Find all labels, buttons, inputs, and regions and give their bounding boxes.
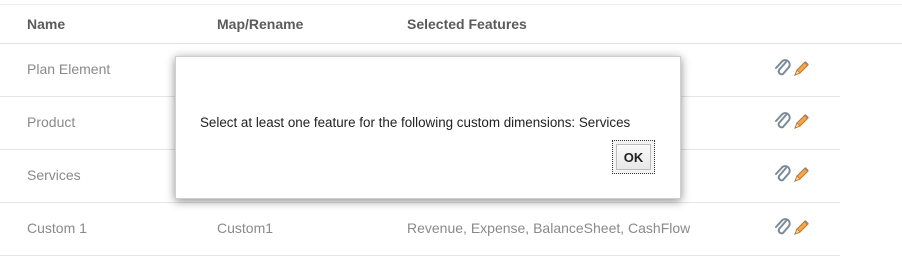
ok-button-label: OK xyxy=(616,144,651,170)
row-name: Services xyxy=(27,167,81,183)
row-actions xyxy=(773,217,813,239)
ok-button[interactable]: OK xyxy=(612,140,655,174)
page: Name Map/Rename Selected Features Plan E… xyxy=(0,0,902,260)
pencil-icon[interactable] xyxy=(791,58,811,80)
row-actions xyxy=(773,164,813,186)
row-features: Revenue, Expense, BalanceSheet, CashFlow xyxy=(407,220,691,236)
pencil-icon[interactable] xyxy=(791,164,811,186)
column-header-map-rename[interactable]: Map/Rename xyxy=(217,16,303,32)
row-actions xyxy=(773,58,813,80)
table-header: Name Map/Rename Selected Features xyxy=(0,4,902,44)
row-name: Product xyxy=(27,114,76,130)
row-actions xyxy=(773,111,813,133)
column-header-name[interactable]: Name xyxy=(27,16,65,32)
paperclip-icon[interactable] xyxy=(773,217,793,239)
table-row[interactable]: Custom 1 Custom1 Revenue, Expense, Balan… xyxy=(0,202,840,256)
paperclip-icon[interactable] xyxy=(773,58,793,80)
paperclip-icon[interactable] xyxy=(773,111,793,133)
alert-dialog: Select at least one feature for the foll… xyxy=(175,56,681,199)
dialog-message: Select at least one feature for the foll… xyxy=(200,115,631,130)
row-name: Plan Element xyxy=(27,61,111,77)
pencil-icon[interactable] xyxy=(791,111,811,133)
row-name: Custom 1 xyxy=(27,220,87,236)
pencil-icon[interactable] xyxy=(791,217,811,239)
column-header-selected-features[interactable]: Selected Features xyxy=(407,16,527,32)
row-map-rename: Custom1 xyxy=(217,220,274,236)
paperclip-icon[interactable] xyxy=(773,164,793,186)
